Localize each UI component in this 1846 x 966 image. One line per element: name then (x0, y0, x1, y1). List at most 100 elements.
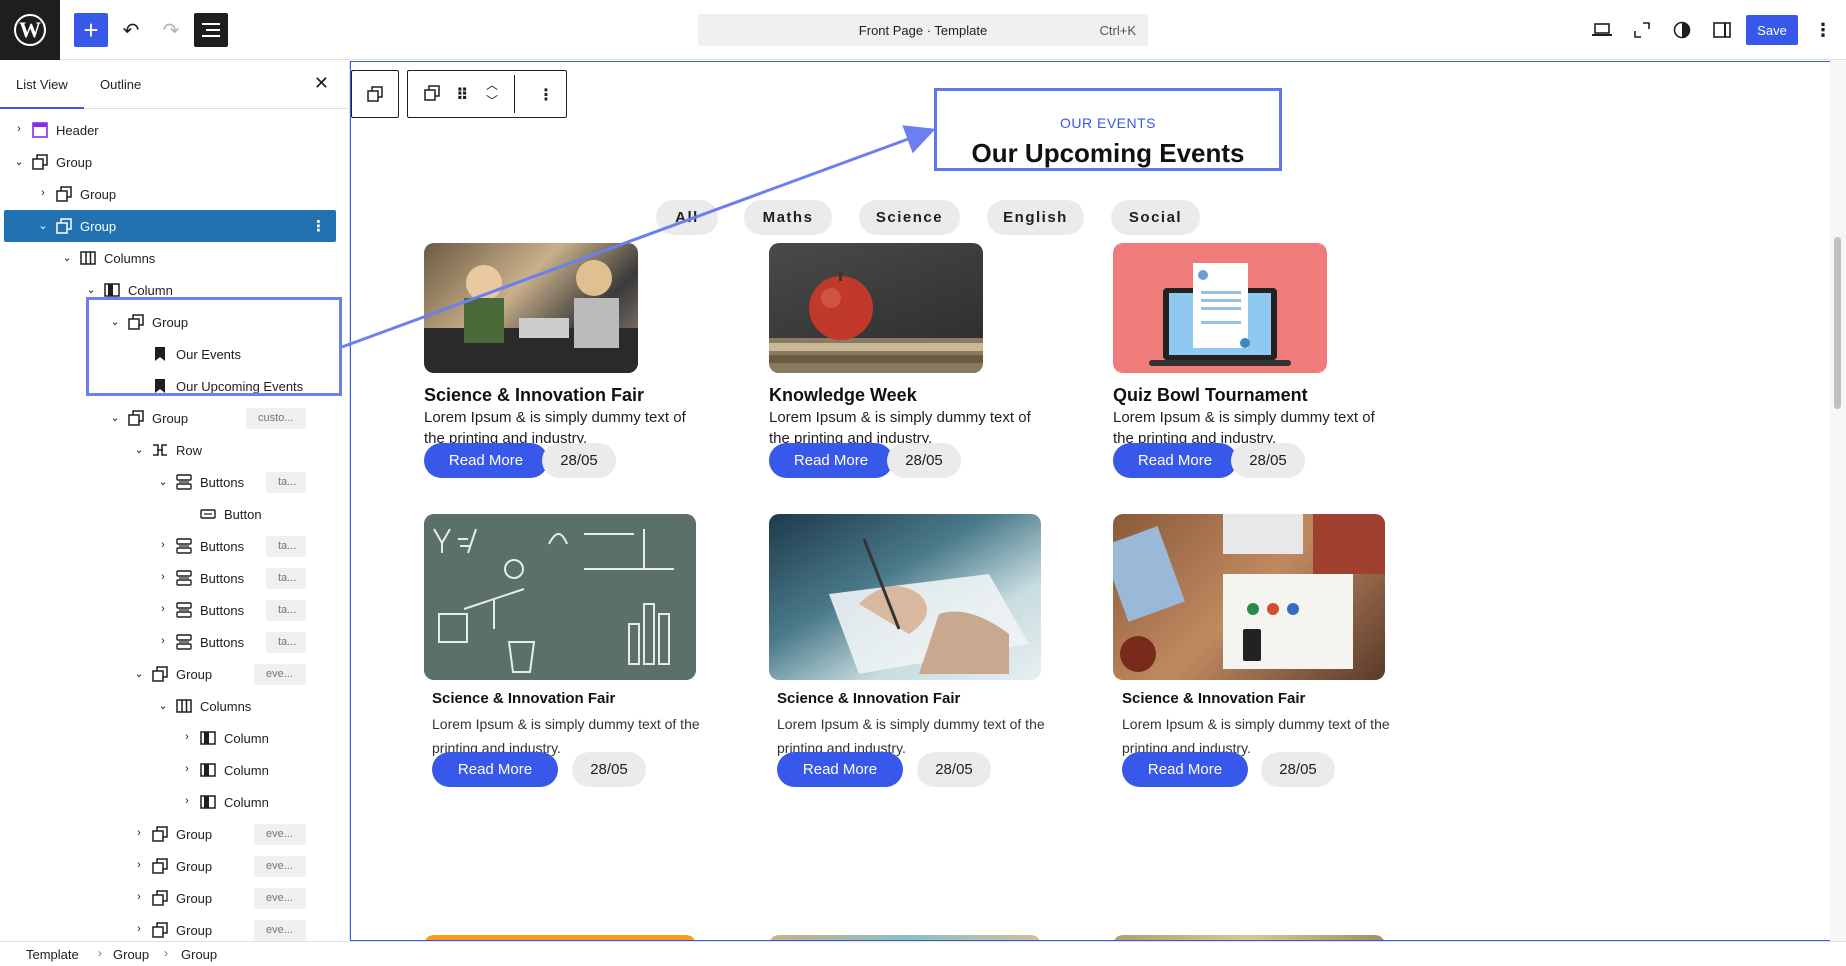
tree-item-buttons[interactable]: › Buttons ta... (4, 530, 336, 562)
chevron-down-icon[interactable]: ⌄ (156, 698, 170, 712)
chevron-down-icon[interactable]: ⌄ (12, 154, 26, 168)
column-icon (200, 795, 216, 809)
chevron-right-icon[interactable]: › (132, 826, 146, 840)
tree-item-group[interactable]: › Group eve... (4, 914, 336, 941)
chevron-right-icon[interactable]: › (156, 602, 170, 616)
chevron-right-icon[interactable]: › (156, 538, 170, 552)
tree-item-group[interactable]: ⌄ Group (4, 146, 336, 178)
chevron-right-icon[interactable]: › (12, 122, 26, 136)
event-image (769, 243, 983, 373)
tree-item-group[interactable]: › Group (4, 178, 336, 210)
redo-button[interactable]: ↷ (154, 13, 188, 47)
chevron-right-icon[interactable]: › (156, 570, 170, 584)
tree-item-columns[interactable]: ⌄ Columns (4, 690, 336, 722)
filter-maths[interactable]: Maths (744, 200, 832, 235)
read-more-button[interactable]: Read More (777, 752, 903, 787)
tree-item-column[interactable]: › Column (4, 722, 336, 754)
section-eyebrow[interactable]: OUR EVENTS (937, 115, 1279, 131)
tree-item-group-selected[interactable]: ⌄ Group ⋮ (4, 210, 336, 242)
tree-item-button[interactable]: Button (4, 498, 336, 530)
chevron-down-icon[interactable]: ⌄ (132, 442, 146, 456)
chevron-right-icon[interactable]: › (132, 890, 146, 904)
list-view-toggle[interactable] (194, 13, 228, 47)
chevron-down-icon[interactable]: ⌄ (60, 250, 74, 264)
chevron-right-icon[interactable]: › (132, 858, 146, 872)
tree-item-buttons[interactable]: › Buttons ta... (4, 562, 336, 594)
document-title: Front Page · Template (858, 23, 988, 38)
filter-all[interactable]: All (656, 200, 718, 235)
filter-social[interactable]: Social (1111, 200, 1200, 235)
styles-button[interactable] (1665, 13, 1699, 47)
filter-english[interactable]: English (987, 200, 1084, 235)
tree-item-buttons[interactable]: › Buttons ta... (4, 626, 336, 658)
chevron-right-icon[interactable]: › (36, 186, 50, 200)
breadcrumb-group-current[interactable]: Group (181, 947, 217, 962)
more-vertical-icon[interactable]: ⋮ (311, 217, 326, 235)
tree-item-buttons[interactable]: › Buttons ta... (4, 594, 336, 626)
tree-item-group[interactable]: ⌄ Group eve... (4, 658, 336, 690)
tree-item-label: Row (176, 443, 203, 458)
drag-handle-icon[interactable]: ⠿ (456, 85, 469, 105)
sidebar-tabs: List View Outline ✕ (0, 61, 349, 109)
chevron-down-icon[interactable]: ⌄ (156, 474, 170, 488)
tab-outline[interactable]: Outline (100, 77, 141, 92)
tree-item-label: Buttons (200, 571, 245, 586)
tree-item-group[interactable]: ⌄ Group custo... (4, 402, 336, 434)
options-button[interactable]: ⋮ (1806, 13, 1840, 47)
read-more-button[interactable]: Read More (432, 752, 558, 787)
wordpress-logo-button[interactable]: W (0, 0, 60, 60)
toolbar-divider (514, 75, 515, 113)
fullscreen-button[interactable] (1625, 13, 1659, 47)
section-heading[interactable]: Our Upcoming Events (937, 138, 1279, 169)
save-button[interactable]: Save (1746, 15, 1798, 45)
tree-item-label: Columns (104, 251, 156, 266)
chevron-right-icon[interactable]: › (132, 922, 146, 936)
tree-item-header[interactable]: › Header (4, 114, 336, 146)
chevron-down-icon[interactable]: ⌄ (36, 218, 50, 232)
tree-item-column[interactable]: › Column (4, 754, 336, 786)
tree-item-label: Column (224, 731, 269, 746)
read-more-button[interactable]: Read More (769, 443, 893, 478)
chevron-down-icon[interactable]: ⌄ (108, 410, 122, 424)
selected-heading-group[interactable]: OUR EVENTS Our Upcoming Events (934, 88, 1282, 171)
settings-sidebar-button[interactable] (1705, 13, 1739, 47)
tree-item-label: Buttons (200, 539, 245, 554)
block-class-badge: eve... (254, 824, 306, 845)
add-block-button[interactable]: + (74, 13, 108, 47)
preview-device-button[interactable] (1585, 13, 1619, 47)
close-icon[interactable]: ✕ (314, 73, 329, 94)
more-vertical-icon[interactable]: ⋮ (538, 85, 554, 105)
chevron-right-icon[interactable]: › (156, 634, 170, 648)
chevron-down-icon[interactable]: ⌄ (84, 282, 98, 296)
event-title: Science & Innovation Fair (777, 690, 961, 707)
tree-item-columns[interactable]: ⌄ Columns (4, 242, 336, 274)
buttons-icon (176, 538, 192, 554)
tree-item-buttons[interactable]: ⌄ Buttons ta... (4, 466, 336, 498)
tree-item-column[interactable]: › Column (4, 786, 336, 818)
tab-list-view[interactable]: List View (0, 77, 84, 109)
tree-item-group[interactable]: › Group eve... (4, 882, 336, 914)
filter-science[interactable]: Science (859, 200, 960, 235)
select-parent-button[interactable] (351, 70, 399, 118)
chevron-down-icon[interactable]: ⌄ (132, 666, 146, 680)
chevron-right-icon[interactable]: › (180, 762, 194, 776)
block-type-button[interactable] (424, 85, 440, 106)
chevron-right-icon[interactable]: › (180, 730, 194, 744)
tree-item-label: Column (128, 283, 173, 298)
move-up-down-icon[interactable]: ︿ ﹀ (486, 77, 498, 109)
tree-item-label: Group (152, 411, 189, 426)
breadcrumb-template[interactable]: Template (26, 947, 79, 962)
undo-button[interactable]: ↶ (114, 13, 148, 47)
editor-canvas[interactable]: ⠿ ︿ ﹀ ⋮ OUR EVENTS Our Upcoming Events Al… (350, 61, 1830, 941)
scrollbar-thumb[interactable] (1834, 237, 1841, 409)
tree-item-row[interactable]: ⌄ Row (4, 434, 336, 466)
read-more-button[interactable]: Read More (1122, 752, 1248, 787)
chevron-right-icon[interactable]: › (180, 794, 194, 808)
read-more-button[interactable]: Read More (1113, 443, 1237, 478)
canvas-scrollbar[interactable] (1830, 61, 1846, 941)
breadcrumb-group[interactable]: Group (113, 947, 149, 962)
tree-item-group[interactable]: › Group eve... (4, 818, 336, 850)
tree-item-group[interactable]: › Group eve... (4, 850, 336, 882)
command-palette-bar[interactable]: Front Page · Template Ctrl+K (698, 14, 1148, 46)
read-more-button[interactable]: Read More (424, 443, 548, 478)
